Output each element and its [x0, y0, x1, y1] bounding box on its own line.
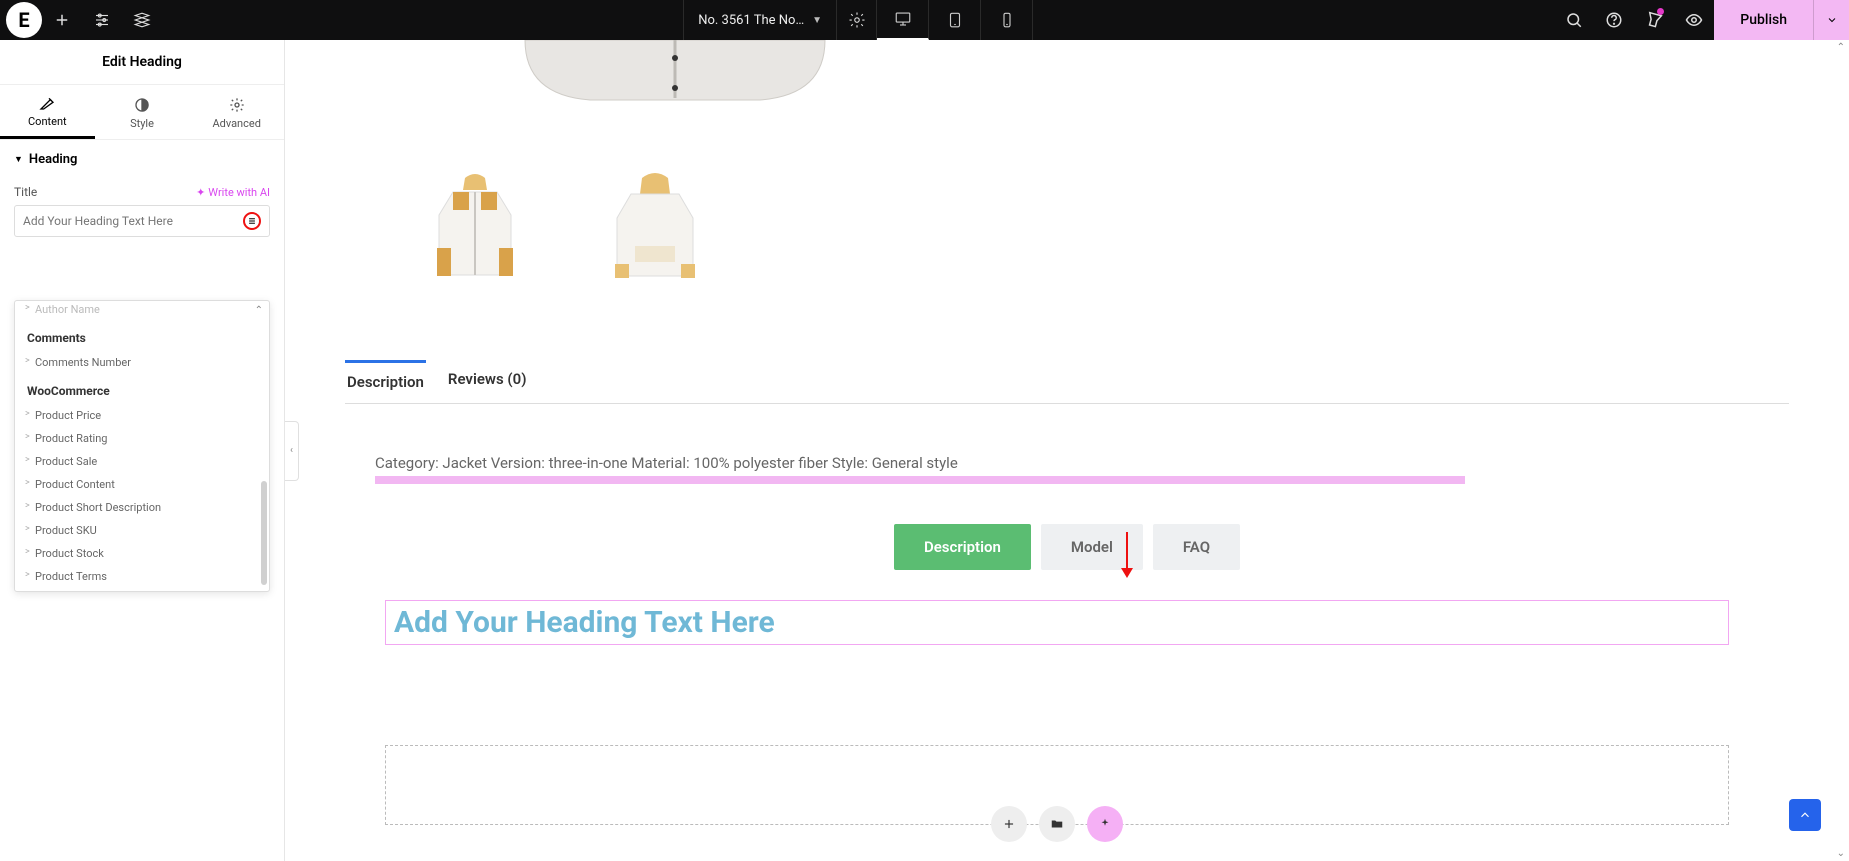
- dd-item-product-terms[interactable]: Product Terms: [15, 565, 269, 587]
- title-input-wrap: [14, 205, 270, 237]
- dd-item-product-rating[interactable]: Product Rating: [15, 427, 269, 450]
- add-template-folder[interactable]: [1039, 806, 1075, 842]
- product-thumb-back[interactable]: [585, 160, 725, 300]
- publish-label: Publish: [1740, 12, 1787, 28]
- dd-item-product-stock[interactable]: Product Stock: [15, 542, 269, 565]
- panel-tabs: Content Style Advanced: [0, 85, 284, 140]
- topbar: E No. 3561 The No… ▼: [0, 0, 1849, 40]
- tab-style[interactable]: Style: [95, 85, 190, 139]
- preview-icon[interactable]: [1674, 0, 1714, 40]
- panel-title: Edit Heading: [0, 40, 284, 85]
- add-ai-sparkle[interactable]: [1087, 806, 1123, 842]
- dropdown-scroll[interactable]: Author Name Comments Comments Number Woo…: [15, 301, 269, 587]
- notifications-icon[interactable]: [1634, 0, 1674, 40]
- dd-item-product-short-description[interactable]: Product Short Description: [15, 496, 269, 519]
- page-title: No. 3561 The No…: [698, 13, 804, 28]
- chevron-down-icon: ▼: [812, 15, 822, 26]
- woocommerce-tabs: Description Reviews (0): [345, 360, 1789, 404]
- content-tab-faq[interactable]: FAQ: [1153, 524, 1240, 570]
- product-thumb-front[interactable]: [405, 160, 545, 300]
- caret-down-icon: ▼: [14, 154, 23, 165]
- device-desktop[interactable]: [877, 0, 929, 40]
- title-label: Title: [14, 185, 37, 199]
- panel-collapse-handle[interactable]: ‹: [285, 421, 299, 481]
- section-heading-label: Heading: [29, 152, 78, 167]
- finder-search-icon[interactable]: [1554, 0, 1594, 40]
- add-section-plus[interactable]: [991, 806, 1027, 842]
- wc-tab-description[interactable]: Description: [345, 360, 426, 403]
- tab-advanced[interactable]: Advanced: [189, 85, 284, 139]
- dd-group-woocommerce: WooCommerce: [15, 374, 269, 404]
- section-heading-toggle[interactable]: ▼ Heading: [0, 140, 284, 179]
- dd-item-product-price[interactable]: Product Price: [15, 404, 269, 427]
- heading-text: Add Your Heading Text Here: [394, 605, 775, 640]
- scroll-to-top-button[interactable]: [1789, 799, 1821, 831]
- annotation-arrow: [1117, 530, 1137, 584]
- device-tablet[interactable]: [929, 0, 981, 40]
- publish-button[interactable]: Publish: [1714, 0, 1813, 40]
- page-settings-icon[interactable]: [837, 0, 877, 40]
- dd-group-comments: Comments: [15, 321, 269, 351]
- tab-advanced-label: Advanced: [212, 117, 260, 130]
- add-element-button[interactable]: [42, 0, 82, 40]
- dd-item-comments-number[interactable]: Comments Number: [15, 351, 269, 374]
- tab-content[interactable]: Content: [0, 85, 95, 139]
- title-input[interactable]: [23, 214, 243, 228]
- responsive-device-tabs: [877, 0, 1033, 40]
- structure-icon[interactable]: [122, 0, 162, 40]
- product-description-text: Category: Jacket Version: three-in-one M…: [375, 454, 1789, 472]
- product-main-image: [465, 40, 885, 130]
- tab-content-label: Content: [28, 115, 67, 128]
- write-ai-label: Write with AI: [208, 186, 270, 199]
- dd-item-product-content[interactable]: Product Content: [15, 473, 269, 496]
- publish-options[interactable]: [1813, 0, 1849, 40]
- dd-item-author-name[interactable]: Author Name: [15, 301, 269, 321]
- dd-item-product-sku[interactable]: Product SKU: [15, 519, 269, 542]
- selection-highlight: [375, 476, 1465, 484]
- dropdown-scrollbar[interactable]: [261, 481, 267, 585]
- dynamic-tags-button[interactable]: [243, 212, 261, 230]
- wc-tab-reviews[interactable]: Reviews (0): [446, 360, 529, 403]
- dd-item-product-sale[interactable]: Product Sale: [15, 450, 269, 473]
- device-mobile[interactable]: [981, 0, 1033, 40]
- add-section-placeholder[interactable]: [385, 745, 1729, 825]
- editor-canvas: ⌃ ⌄: [285, 40, 1849, 861]
- page-selector[interactable]: No. 3561 The No… ▼: [683, 0, 837, 40]
- content-tab-description[interactable]: Description: [894, 524, 1031, 570]
- help-icon[interactable]: [1594, 0, 1634, 40]
- editor-left-panel: Edit Heading Content Style Advanced ▼ He…: [0, 40, 285, 861]
- content-tab-buttons: Description Model FAQ: [345, 524, 1789, 570]
- heading-widget-selected[interactable]: Add Your Heading Text Here: [385, 600, 1729, 645]
- tab-style-label: Style: [130, 117, 154, 130]
- dynamic-tags-dropdown: ⌃ Author Name Comments Comments Number W…: [14, 300, 270, 592]
- site-settings-icon[interactable]: [82, 0, 122, 40]
- write-with-ai[interactable]: ✦ Write with AI: [196, 186, 270, 199]
- elementor-logo[interactable]: E: [6, 2, 42, 38]
